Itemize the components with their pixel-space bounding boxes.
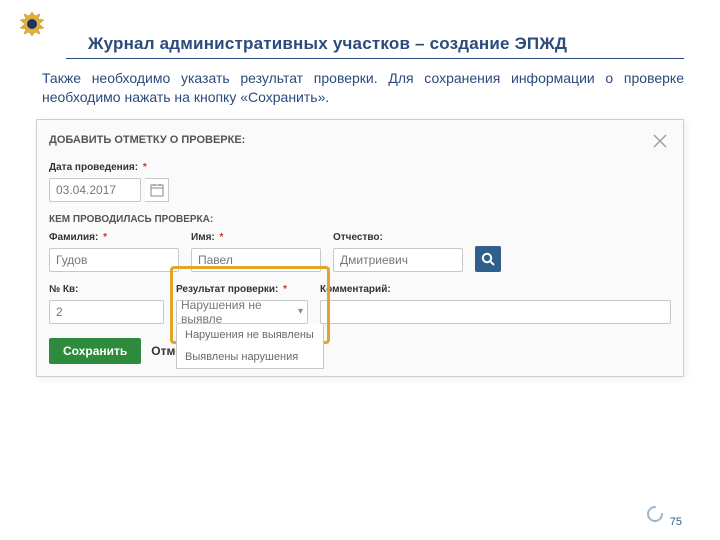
result-option-0[interactable]: Нарушения не выявлены: [177, 324, 323, 346]
firstname-input[interactable]: [191, 248, 321, 272]
kv-label: № Кв:: [49, 284, 164, 296]
result-option-1[interactable]: Выявлены нарушения: [177, 346, 323, 368]
who-section-title: КЕМ ПРОВОДИЛАСЬ ПРОВЕРКА:: [49, 214, 671, 226]
close-icon[interactable]: [649, 130, 671, 152]
result-dropdown: Нарушения не выявлены Выявлены нарушения: [176, 324, 324, 369]
date-label: Дата проведения: *: [49, 162, 671, 174]
title-underline: [66, 58, 684, 59]
chevron-down-icon: ▾: [298, 306, 303, 317]
lastname-label: Фамилия: *: [49, 232, 179, 244]
comment-input[interactable]: [320, 300, 671, 324]
lastname-input[interactable]: [49, 248, 179, 272]
emblem-icon: [14, 8, 50, 49]
intro-text: Также необходимо указать результат прове…: [42, 69, 684, 107]
date-input[interactable]: [49, 178, 141, 202]
kv-input[interactable]: [49, 300, 164, 324]
page-number: 75: [670, 516, 682, 528]
firstname-label: Имя: *: [191, 232, 321, 244]
swirl-icon: [646, 505, 664, 528]
slide-title: Журнал административных участков – созда…: [88, 34, 684, 54]
result-label: Результат проверки: *: [176, 284, 308, 296]
check-form-panel: ДОБАВИТЬ ОТМЕТКУ О ПРОВЕРКЕ: Дата провед…: [36, 119, 684, 377]
comment-label: Комментарий:: [320, 284, 671, 296]
calendar-icon[interactable]: [145, 178, 169, 202]
panel-title: ДОБАВИТЬ ОТМЕТКУ О ПРОВЕРКЕ:: [49, 134, 245, 147]
save-button[interactable]: Сохранить: [49, 338, 141, 364]
result-selected-text: Нарушения не выявле: [181, 298, 298, 326]
search-button[interactable]: [475, 246, 501, 272]
result-select[interactable]: Нарушения не выявле ▾: [176, 300, 308, 324]
middlename-input[interactable]: [333, 248, 463, 272]
middlename-label: Отчество:: [333, 232, 463, 244]
